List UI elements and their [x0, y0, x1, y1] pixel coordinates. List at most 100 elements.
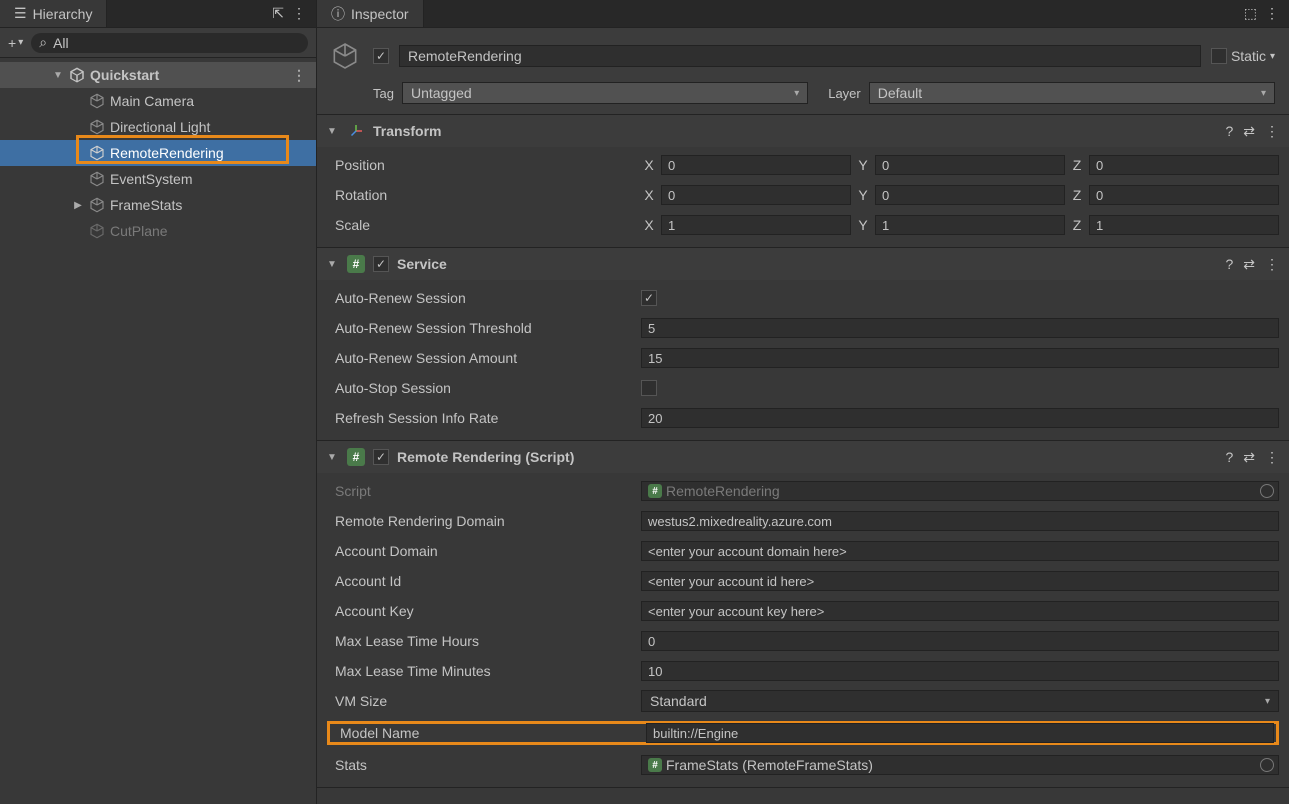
scene-name: Quickstart [90, 67, 159, 83]
menu-icon[interactable]: ⋮ [1265, 449, 1279, 466]
active-checkbox[interactable]: ✓ [373, 48, 389, 64]
help-icon[interactable]: ? [1225, 256, 1233, 272]
y-label[interactable]: Y [855, 187, 871, 203]
stats-label: Stats [327, 757, 637, 773]
vm-size-value: Standard [650, 693, 707, 709]
amount-label: Auto-Renew Session Amount [327, 350, 637, 366]
enabled-checkbox[interactable]: ✓ [373, 449, 389, 465]
object-name-input[interactable] [399, 45, 1201, 67]
scale-z-input[interactable] [1089, 215, 1279, 235]
menu-icon[interactable]: ⋮ [1265, 123, 1279, 140]
position-y-input[interactable] [875, 155, 1065, 175]
scene-row[interactable]: ▼ Quickstart ⋮ [0, 62, 316, 88]
inspector-tab-label: Inspector [351, 6, 409, 22]
stats-field[interactable]: #FrameStats (RemoteFrameStats) [641, 755, 1279, 775]
enabled-checkbox[interactable]: ✓ [373, 256, 389, 272]
account-key-input[interactable] [641, 601, 1279, 621]
gameobject-icon [88, 144, 106, 162]
tree-item-remote-rendering[interactable]: RemoteRendering [0, 140, 316, 166]
domain-input[interactable] [641, 511, 1279, 531]
remote-rendering-header[interactable]: ▼ # ✓ Remote Rendering (Script) ? ⇄ ⋮ [317, 441, 1289, 473]
menu-icon[interactable]: ⋮ [1265, 5, 1279, 22]
rotation-x-input[interactable] [661, 185, 851, 205]
preset-icon[interactable]: ⇄ [1243, 123, 1255, 140]
static-checkbox[interactable] [1211, 48, 1227, 64]
max-minutes-input[interactable] [641, 661, 1279, 681]
x-label[interactable]: X [641, 187, 657, 203]
foldout-icon[interactable]: ▼ [52, 70, 64, 81]
hierarchy-tab[interactable]: ☰ Hierarchy [0, 0, 107, 27]
tree-item-frame-stats[interactable]: ▶ FrameStats [0, 192, 316, 218]
account-key-label: Account Key [327, 603, 637, 619]
layer-dropdown[interactable]: Default ▾ [869, 82, 1275, 104]
tree-item-label: Main Camera [110, 93, 194, 109]
position-z-input[interactable] [1089, 155, 1279, 175]
domain-label: Remote Rendering Domain [327, 513, 637, 529]
popout-icon[interactable]: ⇱ [272, 5, 284, 22]
transform-header[interactable]: ▼ Transform ? ⇄ ⋮ [317, 115, 1289, 147]
search-input[interactable]: ⌕ All [31, 33, 308, 53]
tree-item-main-camera[interactable]: Main Camera [0, 88, 316, 114]
rotation-y-input[interactable] [875, 185, 1065, 205]
refresh-label: Refresh Session Info Rate [327, 410, 637, 426]
account-id-input[interactable] [641, 571, 1279, 591]
threshold-input[interactable] [641, 318, 1279, 338]
layer-value: Default [878, 85, 922, 101]
tag-dropdown[interactable]: Untagged ▾ [402, 82, 808, 104]
foldout-icon[interactable]: ▼ [327, 259, 339, 270]
remote-rendering-title: Remote Rendering (Script) [397, 449, 1217, 465]
x-label[interactable]: X [641, 157, 657, 173]
auto-renew-checkbox[interactable]: ✓ [641, 290, 657, 306]
model-name-input[interactable] [646, 723, 1274, 743]
object-picker-icon[interactable] [1260, 484, 1274, 498]
auto-stop-checkbox[interactable] [641, 380, 657, 396]
gameobject-icon [88, 196, 106, 214]
account-domain-label: Account Domain [327, 543, 637, 559]
menu-icon[interactable]: ⋮ [1265, 256, 1279, 273]
preset-icon[interactable]: ⇄ [1243, 449, 1255, 466]
script-field[interactable]: # RemoteRendering [641, 481, 1279, 501]
lock-icon[interactable]: ⬚ [1244, 5, 1257, 22]
foldout-icon[interactable]: ▼ [327, 126, 339, 137]
script-icon: # [648, 484, 662, 498]
scene-menu-icon[interactable]: ⋮ [292, 67, 306, 84]
x-label[interactable]: X [641, 217, 657, 233]
z-label[interactable]: Z [1069, 217, 1085, 233]
inspector-tab[interactable]: ⓘ Inspector [317, 0, 424, 27]
object-picker-icon[interactable] [1260, 758, 1274, 772]
tree-item-cut-plane[interactable]: CutPlane [0, 218, 316, 244]
help-icon[interactable]: ? [1225, 123, 1233, 139]
help-icon[interactable]: ? [1225, 449, 1233, 465]
max-hours-input[interactable] [641, 631, 1279, 651]
tree-item-event-system[interactable]: EventSystem [0, 166, 316, 192]
y-label[interactable]: Y [855, 217, 871, 233]
scale-y-input[interactable] [875, 215, 1065, 235]
scale-x-input[interactable] [661, 215, 851, 235]
dropdown-arrow-icon[interactable]: ▾ [1270, 51, 1275, 62]
dropdown-arrow-icon: ▾ [794, 88, 799, 99]
refresh-input[interactable] [641, 408, 1279, 428]
add-button[interactable]: + ▾ [8, 35, 23, 51]
y-label[interactable]: Y [855, 157, 871, 173]
rotation-z-input[interactable] [1089, 185, 1279, 205]
tree-item-directional-light[interactable]: Directional Light [0, 114, 316, 140]
script-value: RemoteRendering [666, 483, 780, 499]
position-x-input[interactable] [661, 155, 851, 175]
foldout-icon[interactable]: ▼ [327, 452, 339, 463]
account-domain-input[interactable] [641, 541, 1279, 561]
gameobject-icon-large [327, 38, 363, 74]
service-header[interactable]: ▼ # ✓ Service ? ⇄ ⋮ [317, 248, 1289, 280]
z-label[interactable]: Z [1069, 187, 1085, 203]
inspector-body: ✓ Static ▾ Tag Untagged ▾ Layer Default … [317, 28, 1289, 804]
account-id-label: Account Id [327, 573, 637, 589]
foldout-icon[interactable]: ▶ [72, 200, 84, 211]
menu-icon[interactable]: ⋮ [292, 5, 306, 22]
hierarchy-tab-label: Hierarchy [33, 6, 93, 22]
tree-item-label: Directional Light [110, 119, 210, 135]
preset-icon[interactable]: ⇄ [1243, 256, 1255, 273]
dropdown-arrow-icon: ▾ [18, 37, 23, 48]
vm-size-dropdown[interactable]: Standard▾ [641, 690, 1279, 712]
remote-rendering-component: ▼ # ✓ Remote Rendering (Script) ? ⇄ ⋮ Sc… [317, 441, 1289, 788]
z-label[interactable]: Z [1069, 157, 1085, 173]
amount-input[interactable] [641, 348, 1279, 368]
